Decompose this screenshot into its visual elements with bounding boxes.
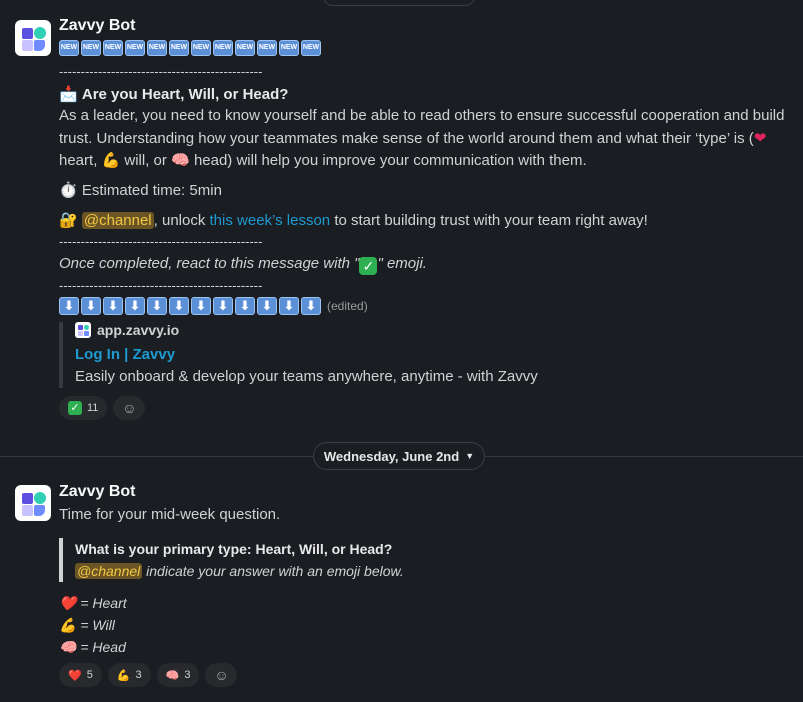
heading-line: 📩 Are you Heart, Will, or Head? — [59, 85, 288, 103]
down-arrow-icon: ⬇ — [257, 297, 277, 316]
body-line-2: trust. Understanding how your teammates … — [59, 129, 767, 147]
brain-icon: 🧠 — [165, 668, 180, 682]
down-arrow-icon: ⬇ — [213, 297, 233, 316]
preview-title-link[interactable]: Log In | Zavvy — [75, 344, 538, 366]
legend-will: 💪 = Will — [59, 617, 115, 634]
top-date-pill[interactable] — [323, 0, 475, 6]
down-arrow-icon: ⬇ — [235, 297, 255, 316]
date-divider[interactable]: Wednesday, June 2nd ▼ — [313, 442, 485, 470]
chevron-down-icon: ▼ — [465, 451, 475, 461]
add-reaction-button[interactable]: ☺ — [205, 663, 238, 687]
heart-icon: ❤️ — [68, 668, 82, 682]
down-arrow-icon: ⬇ — [279, 297, 299, 316]
new-badge-icon: NEW — [147, 40, 167, 57]
react-instruction: Once completed, react to this message wi… — [59, 255, 427, 275]
brain-icon: 🧠 — [59, 640, 77, 656]
preview-site: app.zavvy.io — [75, 322, 538, 344]
muscle-icon: 💪 — [59, 618, 77, 634]
heart-icon: ❤️ — [59, 596, 77, 612]
separator: ----------------------------------------… — [59, 64, 263, 79]
emoji-add-icon: ☺ — [214, 667, 229, 683]
down-arrow-icon: ⬇ — [169, 297, 189, 316]
question-instruction: @channel indicate your answer with an em… — [75, 563, 404, 579]
down-arrow-icon: ⬇ — [191, 297, 211, 316]
question-quote: What is your primary type: Heart, Will, … — [59, 538, 404, 582]
message-text: Time for your mid-week question. — [59, 506, 281, 523]
heart-icon: ❤ — [753, 129, 767, 147]
lock-key-icon: 🔐 — [59, 211, 78, 229]
new-badge-icon: NEW — [125, 40, 145, 57]
new-badge-icon: NEW — [257, 40, 277, 57]
brain-icon: 🧠 — [171, 151, 190, 169]
bot-avatar[interactable] — [15, 485, 51, 521]
envelope-icon: 📩 — [59, 85, 78, 103]
zavvy-logo-icon — [75, 322, 91, 338]
down-arrow-icon: ⬇ — [147, 297, 167, 316]
lesson-link[interactable]: this week’s lesson — [210, 212, 331, 229]
down-arrow-icon: ⬇ — [81, 297, 101, 316]
muscle-icon: 💪 — [101, 151, 121, 169]
channel-mention[interactable]: @channel — [75, 563, 143, 579]
link-preview: app.zavvy.io Log In | Zavvy Easily onboa… — [59, 322, 538, 388]
new-badge-icon: NEW — [301, 40, 321, 57]
add-reaction-button[interactable]: ☺ — [113, 396, 146, 420]
down-arrow-icon: ⬇ — [125, 297, 145, 316]
check-mark-icon: ✓ — [359, 257, 378, 275]
estimated-time-line: ⏱️ Estimated time: 5min — [59, 181, 222, 199]
new-badges: NEW NEW NEW NEW NEW NEW NEW NEW NEW NEW NEW NEW — [59, 39, 323, 57]
down-arrow-icon: ⬇ — [301, 297, 321, 316]
new-badge-icon: NEW — [169, 40, 189, 57]
new-badge-icon: NEW — [235, 40, 255, 57]
arrow-row: ⬇ ⬇ ⬇ ⬇ ⬇ ⬇ ⬇ ⬇ ⬇ ⬇ ⬇ ⬇ (edited) — [59, 297, 368, 316]
unlock-line: 🔐 @channel, unlock this week’s lesson to… — [59, 211, 648, 229]
new-badge-icon: NEW — [279, 40, 299, 57]
separator-2: ----------------------------------------… — [59, 234, 263, 249]
message-heading: Are you Heart, Will, or Head? — [81, 86, 289, 103]
reaction-heart[interactable]: ❤️ 5 — [59, 663, 102, 687]
reactions-2: ❤️ 5 💪 3 🧠 3 ☺ — [59, 663, 238, 687]
new-badge-icon: NEW — [81, 40, 101, 57]
question-title: What is your primary type: Heart, Will, … — [75, 541, 393, 557]
down-arrow-icon: ⬇ — [103, 297, 123, 316]
new-badge-icon: NEW — [191, 40, 211, 57]
new-badge-icon: NEW — [59, 40, 79, 57]
stopwatch-icon: ⏱️ — [59, 181, 78, 199]
bot-name[interactable]: Zavvy Bot — [59, 483, 135, 501]
reaction-brain[interactable]: 🧠 3 — [156, 663, 200, 687]
reactions-1: ✓ 11 ☺ — [59, 396, 146, 420]
emoji-add-icon: ☺ — [122, 400, 137, 416]
legend-head: 🧠 = Head — [59, 639, 126, 656]
preview-description: Easily onboard & develop your teams anyw… — [75, 368, 538, 385]
reaction-check[interactable]: ✓ 11 — [59, 396, 108, 420]
legend-heart: ❤️ = Heart — [59, 595, 127, 612]
muscle-icon: 💪 — [116, 668, 131, 682]
channel-mention[interactable]: @channel — [81, 212, 154, 229]
edited-label: (edited) — [327, 299, 368, 314]
estimated-time: Estimated time: 5min — [81, 182, 222, 199]
down-arrow-icon: ⬇ — [59, 297, 79, 316]
body-line-3: heart, 💪 will, or 🧠 head) will help you … — [59, 151, 587, 169]
body-line-1: As a leader, you need to know yourself a… — [59, 107, 785, 124]
new-badge-icon: NEW — [213, 40, 233, 57]
reaction-muscle[interactable]: 💪 3 — [107, 663, 151, 687]
separator-3: ----------------------------------------… — [59, 278, 263, 293]
bot-avatar[interactable] — [15, 20, 51, 56]
new-badge-icon: NEW — [103, 40, 123, 57]
bot-name[interactable]: Zavvy Bot — [59, 17, 135, 35]
check-mark-icon: ✓ — [68, 401, 82, 415]
